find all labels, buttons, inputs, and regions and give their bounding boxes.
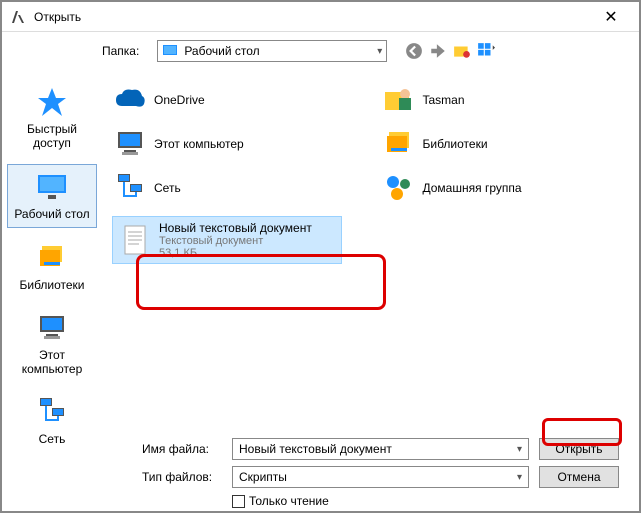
item-label: Этот компьютер (154, 137, 244, 151)
chevron-down-icon: ▾ (517, 472, 522, 483)
file-name: Новый текстовый документ (159, 221, 312, 235)
sidebar-item-label: Сеть (39, 432, 66, 446)
cloud-icon (114, 84, 146, 116)
window-title: Открыть (34, 10, 591, 24)
star-icon (36, 86, 68, 118)
sidebar-item-label: Рабочий стол (14, 207, 89, 221)
item-network[interactable]: Сеть (112, 170, 361, 206)
sidebar-item-network[interactable]: Сеть (7, 390, 97, 452)
folder-current: Рабочий стол (184, 44, 259, 58)
network-icon (114, 172, 146, 204)
chevron-down-icon: ▾ (517, 444, 522, 455)
sidebar-item-libraries[interactable]: Библиотеки (7, 236, 97, 298)
view-icon[interactable] (477, 42, 495, 60)
sidebar-item-quick-access[interactable]: Быстрый доступ (7, 80, 97, 156)
sidebar-item-desktop[interactable]: Рабочий стол (7, 164, 97, 228)
new-folder-icon[interactable] (453, 42, 471, 60)
filetype-label: Тип файлов: (142, 470, 222, 484)
libraries-icon (383, 128, 415, 160)
file-size: 53,1 КБ (159, 247, 312, 259)
folder-row: Папка: Рабочий стол ▾ (2, 32, 639, 70)
libraries-icon (36, 242, 68, 274)
folder-combo[interactable]: Рабочий стол ▾ (157, 40, 387, 62)
app-icon (10, 9, 26, 25)
network-icon (36, 396, 68, 428)
computer-icon (36, 312, 68, 344)
chevron-down-icon: ▾ (377, 46, 382, 57)
filename-value: Новый текстовый документ (239, 442, 392, 456)
desktop-icon (36, 171, 68, 203)
item-this-pc[interactable]: Этот компьютер (112, 126, 361, 162)
file-type: Текстовый документ (159, 235, 312, 247)
user-folder-icon (383, 84, 415, 116)
sidebar-item-this-pc[interactable]: Этот компьютер (7, 306, 97, 382)
text-file-icon (119, 224, 151, 256)
item-onedrive[interactable]: OneDrive (112, 82, 361, 118)
filetype-select[interactable]: Скрипты ▾ (232, 466, 529, 488)
computer-icon (114, 128, 146, 160)
sidebar: Быстрый доступ Рабочий стол Библиотеки Э… (2, 70, 102, 430)
item-label: Домашняя группа (423, 181, 522, 195)
item-libraries[interactable]: Библиотеки (381, 126, 630, 162)
sidebar-item-label: Быстрый доступ (9, 122, 95, 150)
up-icon[interactable] (429, 42, 447, 60)
item-tasman[interactable]: Tasman (381, 82, 630, 118)
readonly-label: Только чтение (249, 494, 329, 508)
item-label: Библиотеки (423, 137, 488, 151)
bottom-controls: Имя файла: Новый текстовый документ ▾ От… (2, 430, 639, 516)
sidebar-item-label: Этот компьютер (9, 348, 95, 376)
open-button[interactable]: Открыть (539, 438, 619, 460)
back-icon[interactable] (405, 42, 423, 60)
file-list: OneDrive Tasman Этот компьютер Библиотек… (102, 70, 639, 430)
readonly-checkbox[interactable] (232, 495, 245, 508)
item-text-file[interactable]: Новый текстовый документ Текстовый докум… (112, 216, 342, 264)
close-button[interactable]: ✕ (591, 3, 631, 31)
titlebar: Открыть ✕ (2, 2, 639, 32)
item-label: Сеть (154, 181, 181, 195)
sidebar-item-label: Библиотеки (19, 278, 84, 292)
homegroup-icon (383, 172, 415, 204)
filename-input[interactable]: Новый текстовый документ ▾ (232, 438, 529, 460)
desktop-icon (162, 43, 178, 59)
folder-label: Папка: (102, 44, 139, 58)
item-label: Tasman (423, 93, 465, 107)
item-label: OneDrive (154, 93, 205, 107)
cancel-button[interactable]: Отмена (539, 466, 619, 488)
item-homegroup[interactable]: Домашняя группа (381, 170, 630, 206)
filename-label: Имя файла: (142, 442, 222, 456)
filetype-value: Скрипты (239, 470, 287, 484)
